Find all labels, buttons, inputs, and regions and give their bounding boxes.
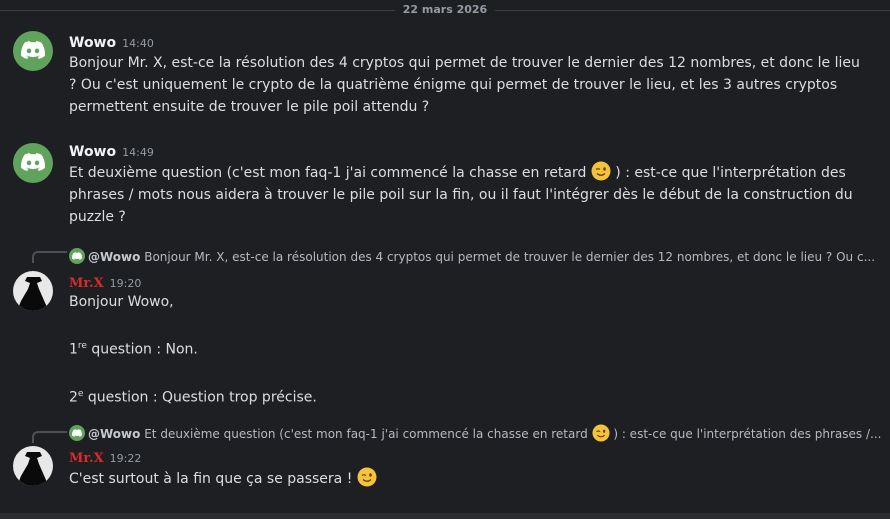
reply-preview[interactable]: @Wowo Et deuxième question (c'est mon fa… [69, 424, 884, 442]
timestamp[interactable]: 14:49 [122, 146, 154, 159]
message-input-edge [0, 513, 890, 519]
reply-text: Bonjour Mr. X, est-ce la résolution des … [144, 250, 876, 264]
avatar[interactable] [13, 31, 53, 71]
reply-author[interactable]: @Wowo [88, 250, 140, 264]
discord-logo-icon [72, 252, 82, 260]
message-text-part: C'est surtout à la fin que ça se passera… [69, 471, 357, 487]
reply-avatar [69, 425, 85, 441]
message-header: Mr.X 19:20 [69, 272, 141, 292]
reply-avatar [69, 248, 85, 264]
message-header: Wowo 14:40 [69, 32, 154, 52]
reply-preview[interactable]: @Wowo Bonjour Mr. X, est-ce la résolutio… [69, 248, 884, 266]
date-divider-label: 22 mars 2026 [395, 2, 495, 18]
avatar[interactable] [13, 271, 53, 311]
avatar[interactable] [13, 446, 53, 486]
timestamp[interactable]: 19:22 [110, 452, 142, 465]
mr-x-silhouette-icon [13, 446, 53, 486]
message-text: C'est surtout à la fin que ça se passera… [69, 467, 869, 490]
winking-face-icon [357, 467, 377, 487]
winking-face-icon [591, 161, 611, 181]
message-text: Bonjour Wowo, 1re question : Non. 2e que… [69, 291, 869, 408]
greeting-line: Bonjour Wowo, [69, 294, 174, 310]
avatar[interactable] [13, 143, 53, 183]
reply-spine [32, 251, 67, 263]
winking-face-icon [591, 424, 610, 442]
message-text: Bonjour Mr. X, est-ce la résolution des … [69, 55, 860, 115]
timestamp[interactable]: 14:40 [122, 37, 154, 50]
message-text: Et deuxième question (c'est mon faq-1 j'… [69, 161, 869, 228]
mr-x-silhouette-icon [13, 271, 53, 311]
reply-text-part: ) : est-ce que l'interprétation des phra… [609, 427, 882, 441]
reply-text-part: Et deuxième question (c'est mon faq-1 j'… [144, 427, 592, 441]
author-name[interactable]: Mr.X [69, 451, 104, 466]
reply-author[interactable]: @Wowo [88, 427, 140, 441]
answer-line-2: 2e question : Question trop précise. [69, 388, 317, 406]
reply-spine [32, 431, 67, 443]
message-text-part: Et deuxième question (c'est mon faq-1 j'… [69, 165, 591, 181]
discord-logo-icon [21, 41, 45, 59]
timestamp[interactable]: 19:20 [110, 277, 142, 290]
discord-logo-icon [21, 153, 45, 171]
author-name[interactable]: Mr.X [69, 276, 104, 291]
author-name[interactable]: Wowo [69, 144, 116, 160]
discord-logo-icon [72, 429, 82, 437]
answer-line-1: 1re question : Non. [69, 341, 198, 358]
message-header: Mr.X 19:22 [69, 447, 141, 467]
message-header: Wowo 14:49 [69, 141, 154, 161]
author-name[interactable]: Wowo [69, 35, 116, 51]
